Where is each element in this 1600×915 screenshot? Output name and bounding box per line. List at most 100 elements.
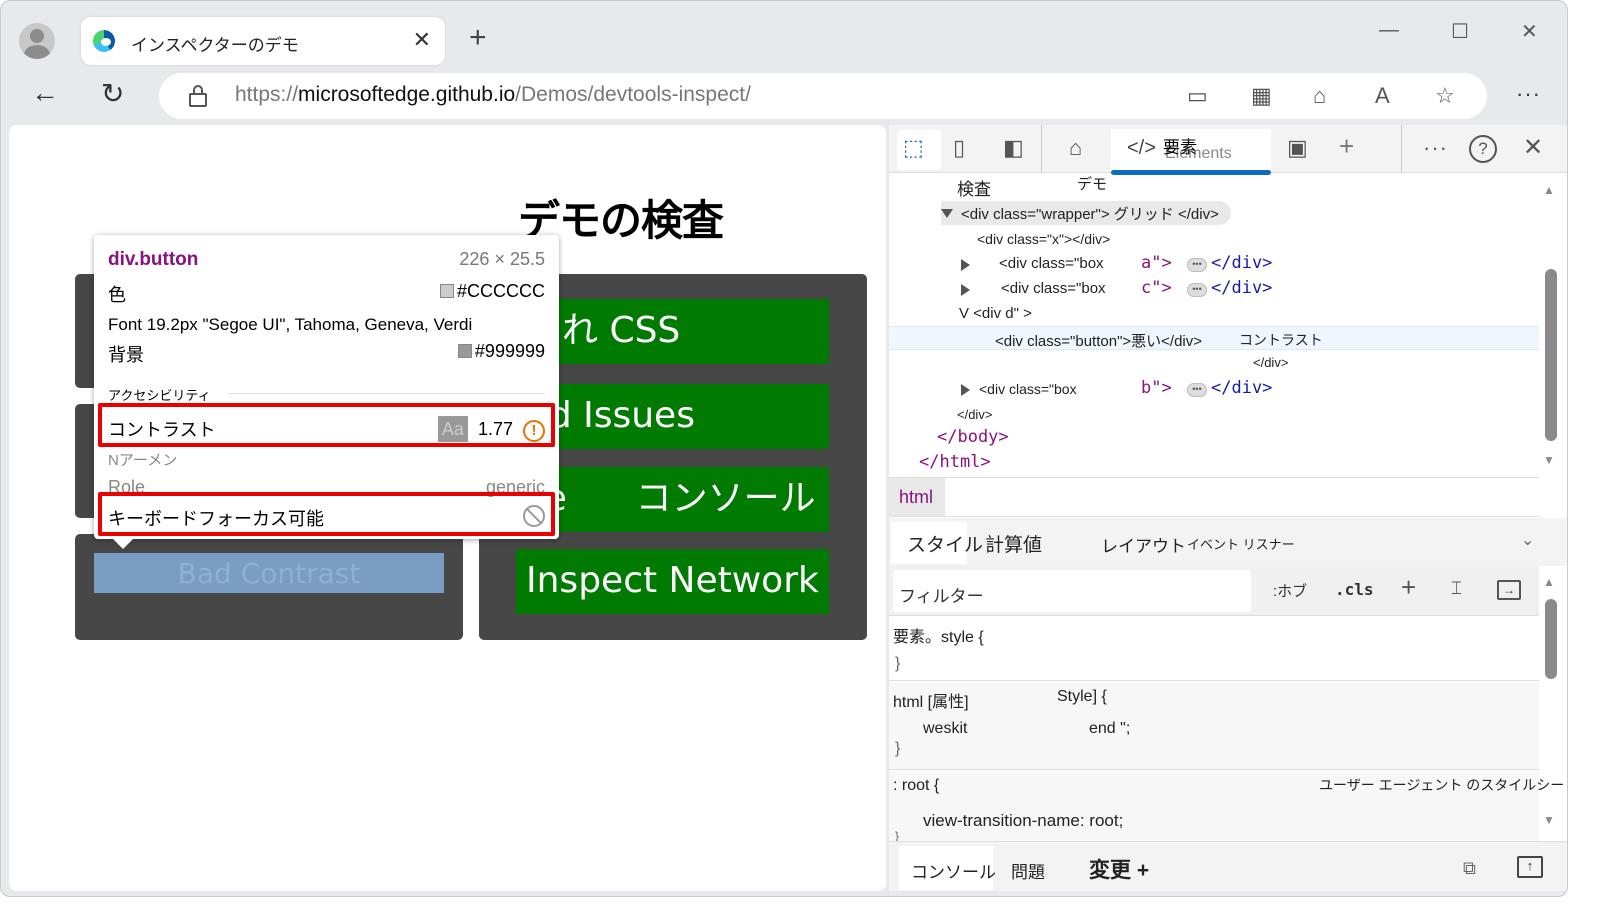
user-agent-stylesheet-label: ユーザー エージェント のスタイルシート	[1319, 777, 1568, 793]
dom-node-box-b[interactable]: <div class="box b"> ••• </div>	[961, 378, 1361, 402]
dom-node-d[interactable]: V <div d" >	[959, 305, 1032, 322]
tab-computed[interactable]: 計算値	[985, 530, 1042, 557]
url-text[interactable]: https://microsoftedge.github.io/Demos/de…	[235, 83, 751, 107]
scroll-up-arrow-icon[interactable]: ▲	[1543, 183, 1555, 197]
tab-elements[interactable]: </> Elements 要素	[1111, 129, 1271, 175]
toggle-sidebar-icon[interactable]: →	[1497, 580, 1521, 600]
class-toggle-button[interactable]: .cls	[1335, 580, 1374, 599]
console-tab-icon[interactable]: ▣	[1287, 135, 1308, 161]
dock-side-icon[interactable]: ◧	[1003, 135, 1024, 161]
close-devtools-icon[interactable]: ✕	[1523, 133, 1543, 162]
browser-tab[interactable]: インスペクターのデモ ✕	[81, 17, 445, 65]
dom-text: 検査	[957, 180, 991, 199]
briefcase-icon[interactable]: ⌂	[1313, 83, 1326, 109]
tab-title: インスペクターのデモ	[131, 36, 299, 55]
section-divider	[228, 393, 545, 394]
name-label: Nアーメン	[108, 452, 178, 469]
style-rule-root[interactable]: : root { ユーザー エージェント のスタイルシート view-trans…	[889, 771, 1567, 843]
network-button[interactable]: Inspect Network	[516, 549, 829, 614]
address-bar[interactable]: https://microsoftedge.github.io/Demos/de…	[159, 73, 1487, 119]
tab-layout[interactable]: レイアウト	[1101, 532, 1186, 557]
elements-code-icon: </>	[1127, 137, 1156, 159]
contrast-ratio: 1.77	[477, 419, 513, 439]
drawer-tab-issues[interactable]: 問題	[1011, 858, 1045, 883]
dom-close-div: </div>	[957, 407, 993, 422]
dom-close-body[interactable]: </body>	[937, 427, 1009, 447]
ellipsis-icon[interactable]: •••	[1187, 283, 1207, 297]
breadcrumb-html[interactable]: html	[889, 478, 945, 516]
tab-styles[interactable]: スタイル	[907, 530, 983, 557]
tooltip-size: 226 × 25.5	[459, 249, 545, 269]
style-rule-html-attr[interactable]: html [属性] Style] { weskit end "; }	[889, 682, 1539, 770]
read-aloud-icon[interactable]: A	[1375, 83, 1390, 109]
device-emulation-icon[interactable]: ▯	[953, 135, 965, 161]
refresh-icon[interactable]: ↻	[101, 77, 124, 110]
color-brush-icon[interactable]: ⌶	[1451, 578, 1462, 599]
styles-scroll-down-icon[interactable]: ▼	[1543, 813, 1555, 827]
not-focusable-icon	[523, 505, 545, 527]
maximize-icon[interactable]: ☐	[1451, 19, 1469, 44]
dom-node-wrapper[interactable]: <div class="wrapper"> グリッド </div>	[941, 201, 1231, 225]
style-rule-element[interactable]: 要素。style { }	[889, 617, 1539, 681]
favorites-star-icon[interactable]: ☆	[1435, 83, 1455, 109]
lock-icon[interactable]	[189, 85, 207, 107]
focusable-label: キーボードフォーカス可能	[108, 509, 324, 529]
styles-scrollbar[interactable]	[1545, 599, 1557, 679]
css-button[interactable]: それ CSS	[516, 299, 829, 364]
warning-icon: !	[523, 420, 545, 442]
dom-tree: 検査 デモ <div class="wrapper"> グリッド </div> …	[889, 173, 1539, 475]
new-rule-plus-icon[interactable]: +	[1401, 572, 1416, 603]
collapse-arrow-icon[interactable]	[961, 384, 970, 396]
tab-event-listeners[interactable]: イベント リスナー	[1187, 534, 1295, 553]
more-tabs-chevron-icon[interactable]: ⌄	[1521, 530, 1534, 550]
close-window-icon[interactable]: ✕	[1521, 19, 1538, 44]
collapse-arrow-icon[interactable]	[961, 259, 970, 271]
minimize-icon[interactable]: —	[1379, 19, 1399, 42]
expand-arrow-icon[interactable]	[941, 209, 953, 218]
dock-drawer-icon[interactable]: ⧉	[1463, 858, 1476, 879]
more-tabs-plus-icon[interactable]: +	[1339, 131, 1354, 162]
scroll-down-arrow-icon[interactable]: ▼	[1543, 453, 1555, 467]
breadcrumb: html	[889, 477, 1539, 517]
device-icon[interactable]: ▭	[1187, 83, 1208, 109]
dom-node-x[interactable]: <div class="x"></div>	[977, 231, 1110, 247]
tooltip-color-label: 色	[108, 285, 126, 305]
more-menu-icon[interactable]: ···	[1516, 81, 1541, 107]
welcome-home-icon[interactable]: ⌂	[1069, 135, 1082, 161]
new-tab-icon[interactable]: +	[469, 21, 487, 55]
dom-close-div: </div>	[1253, 355, 1289, 370]
dom-node-box-c[interactable]: <div class="box c"> ••• </div>	[961, 278, 1361, 302]
devtools-more-icon[interactable]: ···	[1423, 135, 1448, 161]
dom-node-button-selected[interactable]: <div class="button">悪い</div> コントラスト	[889, 326, 1539, 350]
ellipsis-icon[interactable]: •••	[1187, 383, 1207, 397]
profile-avatar[interactable]	[19, 23, 55, 59]
styles-filter-bar: フィルター :ホブ .cls + ⌶ →	[889, 566, 1539, 616]
collapse-arrow-icon[interactable]	[961, 284, 970, 296]
dom-tree-scrollbar[interactable]	[1545, 269, 1557, 441]
dom-close-html[interactable]: </html>	[919, 452, 991, 472]
devtools-toolbar: ⬚ ▯ ◧ ⌂ </> Elements 要素 ▣ + ··· ? ✕	[889, 125, 1567, 175]
console-button[interactable]: se コンソール	[516, 467, 829, 532]
tooltip-font: Font 19.2px "Segoe UI", Tahoma, Geneva, …	[108, 315, 473, 334]
dom-node-box-a[interactable]: <div class="box a"> ••• </div>	[961, 253, 1361, 277]
tooltip-color-value: #CCCCCC	[456, 281, 545, 301]
help-icon[interactable]: ?	[1469, 135, 1497, 163]
inspect-element-icon[interactable]: ⬚	[903, 135, 924, 161]
tab-close-icon[interactable]: ✕	[413, 27, 431, 53]
back-arrow-icon[interactable]: ←	[31, 77, 59, 109]
styles-tabbar: スタイル 計算値 レイアウト イベント リスナー ⌄	[889, 518, 1567, 566]
issues-button[interactable]: nd Issues	[516, 384, 829, 449]
hover-state-button[interactable]: :ホブ	[1273, 580, 1307, 601]
styles-scroll-up-icon[interactable]: ▲	[1543, 575, 1555, 589]
tooltip-bg-value: #999999	[474, 341, 545, 361]
accessibility-section-label: アクセシビリティ	[108, 388, 211, 403]
apps-icon[interactable]: ▦	[1251, 83, 1272, 109]
drawer-tab-console[interactable]: コンソール	[911, 858, 996, 883]
drawer-tabbar: コンソール 問題 変更 + ⧉ ↑	[889, 841, 1567, 891]
ellipsis-icon[interactable]: •••	[1187, 258, 1207, 272]
styles-filter-input[interactable]: フィルター	[893, 570, 1251, 612]
undock-drawer-icon[interactable]: ↑	[1517, 856, 1543, 878]
bad-contrast-button[interactable]: Bad Contrast	[94, 553, 444, 593]
drawer-tab-changes[interactable]: 変更 +	[1089, 854, 1149, 884]
browser-window: インスペクターのデモ ✕ + — ☐ ✕ ← ↻ https://microso…	[0, 0, 1568, 897]
